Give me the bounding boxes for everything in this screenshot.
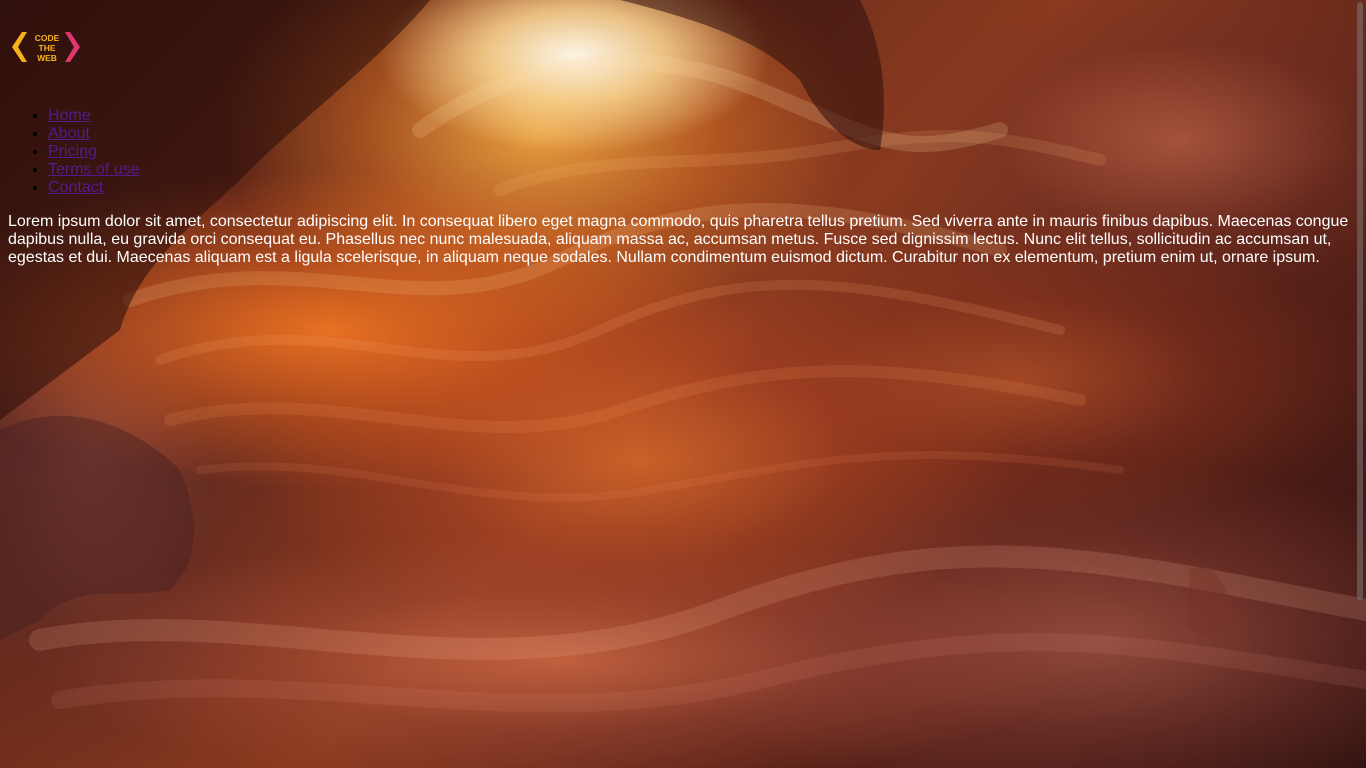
site-logo[interactable]: CODE THE WEB xyxy=(10,30,86,66)
nav-link-terms-of-use[interactable]: Terms of use xyxy=(48,161,140,178)
vertical-scrollbar[interactable] xyxy=(1357,2,1363,600)
nav-link-pricing[interactable]: Pricing xyxy=(48,143,97,160)
canyon-background-image xyxy=(0,0,1366,713)
body-paragraph: Lorem ipsum dolor sit amet, consectetur … xyxy=(8,213,1349,266)
code-the-web-logo-icon: CODE THE WEB xyxy=(12,32,80,63)
main-nav: Home About Pricing Terms of use Contact xyxy=(8,107,140,197)
nav-item-terms: Terms of use xyxy=(48,161,140,179)
page-content: CODE THE WEB Home About Pricing Terms of… xyxy=(0,0,1366,266)
logo-text-line1: CODE xyxy=(35,33,60,43)
nav-link-home[interactable]: Home xyxy=(48,107,91,124)
nav-link-contact[interactable]: Contact xyxy=(48,179,103,196)
nav-item-home: Home xyxy=(48,107,140,125)
nav-item-contact: Contact xyxy=(48,179,140,197)
nav-link-about[interactable]: About xyxy=(48,125,90,142)
logo-text-line2: THE xyxy=(39,43,56,53)
nav-item-pricing: Pricing xyxy=(48,143,140,161)
logo-text-line3: WEB xyxy=(37,53,57,63)
nav-item-about: About xyxy=(48,125,140,143)
